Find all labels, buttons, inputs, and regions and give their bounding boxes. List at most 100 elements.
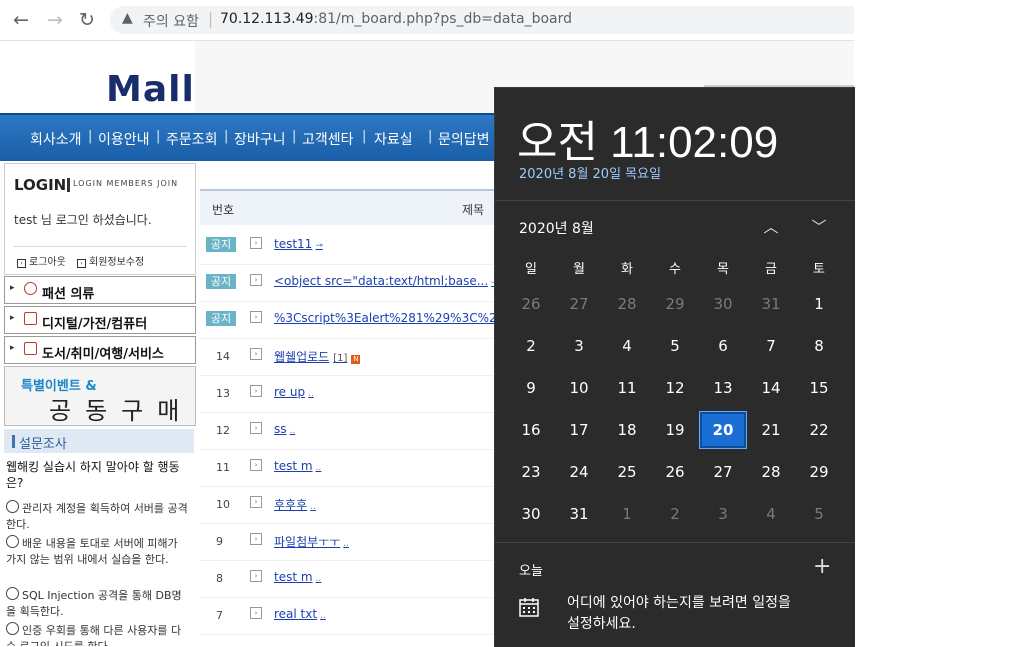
calendar-day[interactable]: 27 (556, 286, 602, 322)
calendar-day[interactable]: 3 (700, 496, 746, 532)
chevron-down-icon[interactable]: ﹀ (807, 216, 831, 237)
calendar-day[interactable]: 9 (508, 370, 554, 406)
calendar-day[interactable]: 20 (699, 411, 747, 449)
forward-icon[interactable]: → (44, 9, 66, 31)
calendar-day[interactable]: 3 (556, 328, 602, 364)
add-event-icon[interactable]: + (813, 554, 831, 579)
category-books[interactable]: ▸ 도서/취미/여행/서비스 (4, 336, 196, 364)
calendar-day[interactable]: 16 (508, 412, 554, 448)
address-bar[interactable]: ▲ 주의 요함 | 70.12.113.49:81/m_board.php?ps… (110, 6, 854, 34)
post-title-link[interactable]: 후후후.. (274, 496, 316, 513)
back-icon[interactable]: ← (10, 9, 32, 31)
edit-profile-link[interactable]: › 회원정보수정 (77, 253, 144, 268)
calendar-day[interactable]: 29 (796, 454, 842, 490)
post-title-link[interactable]: test m.. (274, 459, 321, 473)
table-row: 공지 › <object src="data:text/html;base...⊸ (200, 264, 499, 302)
radio-button[interactable] (6, 535, 19, 548)
radio-button[interactable] (6, 587, 19, 600)
calendar-day[interactable]: 12 (652, 370, 698, 406)
post-title-link[interactable]: ss.. (274, 422, 295, 436)
radio-button[interactable] (6, 622, 19, 635)
logout-link[interactable]: › 로그아웃 (17, 253, 66, 268)
reload-icon[interactable]: ↻ (76, 9, 98, 31)
calendar-day[interactable]: 1 (604, 496, 650, 532)
menu-item-cart[interactable]: 장바구니 (234, 129, 286, 149)
calendar-day[interactable]: 18 (604, 412, 650, 448)
calendar-day[interactable]: 1 (796, 286, 842, 322)
calendar-day[interactable]: 15 (796, 370, 842, 406)
warning-icon[interactable]: ▲ (122, 10, 133, 26)
post-title-link[interactable]: real txt.. (274, 607, 326, 621)
category-digital[interactable]: ▸ 디지털/가전/컴퓨터 (4, 306, 196, 334)
menu-item-files[interactable]: 자료실 (374, 129, 413, 149)
today-label: 오늘 (519, 564, 543, 579)
category-label[interactable]: 디지털/가전/컴퓨터 (42, 313, 147, 332)
calendar-day[interactable]: 28 (748, 454, 794, 490)
menu-divider: | (224, 129, 229, 144)
reply-icon: › (250, 422, 262, 434)
calendar-day[interactable]: 26 (508, 286, 554, 322)
calendar-day[interactable]: 4 (748, 496, 794, 532)
calendar-day[interactable]: 13 (700, 370, 746, 406)
calendar-day[interactable]: 8 (796, 328, 842, 364)
post-title-link[interactable]: <object src="data:text/html;base...⊸ (274, 274, 499, 288)
calendar-day[interactable]: 30 (700, 286, 746, 322)
post-title-link[interactable]: re up.. (274, 385, 314, 399)
reply-icon: › (250, 459, 262, 471)
calendar-day[interactable]: 7 (748, 328, 794, 364)
calendar-day[interactable]: 19 (652, 412, 698, 448)
event-banner[interactable]: 특별이벤트 & 공동구매 (4, 366, 196, 426)
security-label[interactable]: 주의 요함 (143, 11, 199, 31)
calendar-day[interactable]: 28 (604, 286, 650, 322)
menu-item-guide[interactable]: 이용안내 (98, 129, 150, 149)
calendar-day[interactable]: 4 (604, 328, 650, 364)
category-label[interactable]: 패션 의류 (42, 283, 94, 302)
menu-item-qna[interactable]: 문의답변 (438, 129, 490, 149)
calendar-day[interactable]: 31 (556, 496, 602, 532)
reply-icon: › (250, 533, 262, 545)
chevron-up-icon[interactable]: ︿ (759, 216, 783, 237)
calendar-day[interactable]: 5 (652, 328, 698, 364)
survey-option-1[interactable]: 관리자 계정을 획득하여 서버를 공격한다. (6, 500, 190, 533)
calendar-day[interactable]: 26 (652, 454, 698, 490)
login-divider (13, 246, 187, 247)
calendar-day[interactable]: 24 (556, 454, 602, 490)
post-title-link[interactable]: test11 ⊸ (274, 237, 323, 251)
full-date-link[interactable]: 2020년 8월 20일 목요일 (519, 163, 661, 182)
url-text[interactable]: 70.12.113.49:81/m_board.php?ps_db=data_b… (220, 11, 572, 27)
weekday-label: 월 (573, 262, 585, 277)
category-label[interactable]: 도서/취미/여행/서비스 (42, 343, 164, 362)
menu-item-support[interactable]: 고객센타 (302, 129, 354, 149)
post-title-link[interactable]: test m.. (274, 570, 321, 584)
calendar-day[interactable]: 23 (508, 454, 554, 490)
calendar-day[interactable]: 10 (556, 370, 602, 406)
post-title-link[interactable]: 파일첨부ㅜㅜ.. (274, 533, 349, 550)
menu-item-company[interactable]: 회사소개 (30, 129, 82, 149)
calendar-day[interactable]: 5 (796, 496, 842, 532)
calendar-day[interactable]: 25 (604, 454, 650, 490)
post-title-link[interactable]: %3Cscript%3Ealert%281%29%3C%2Fscri (274, 311, 525, 325)
calendar-day[interactable]: 31 (748, 286, 794, 322)
calendar-day[interactable]: 11 (604, 370, 650, 406)
calendar-day[interactable]: 21 (748, 412, 794, 448)
calendar-day[interactable]: 22 (796, 412, 842, 448)
menu-item-orders[interactable]: 주문조회 (166, 129, 218, 149)
calendar-day[interactable]: 17 (556, 412, 602, 448)
login-subtitle: LOGIN MEMBERS JOIN (73, 179, 179, 188)
post-title-link[interactable]: 웹쉘업로드 [1] N (274, 348, 361, 365)
site-logo[interactable]: Mall (106, 69, 195, 110)
calendar-day[interactable]: 6 (700, 328, 746, 364)
calendar-day[interactable]: 27 (700, 454, 746, 490)
calendar-day[interactable]: 2 (508, 328, 554, 364)
category-fashion[interactable]: ▸ 패션 의류 (4, 276, 196, 304)
calendar-day[interactable]: 2 (652, 496, 698, 532)
calendar-day[interactable]: 29 (652, 286, 698, 322)
month-label[interactable]: 2020년 8월 (519, 218, 594, 238)
radio-button[interactable] (6, 500, 19, 513)
calendar-day[interactable]: 14 (748, 370, 794, 406)
calendar-day[interactable]: 30 (508, 496, 554, 532)
calendar-icon (519, 598, 539, 617)
survey-option-4[interactable]: 인증 우회를 통해 다른 사용자를 다수 로그인 시도를 한다. (6, 622, 190, 646)
survey-option-2[interactable]: 배운 내용을 토대로 서버에 피해가 가지 않는 범위 내에서 실습을 한다. (6, 535, 190, 568)
survey-option-3[interactable]: SQL Injection 공격을 통해 DB명을 획득한다. (6, 587, 190, 620)
